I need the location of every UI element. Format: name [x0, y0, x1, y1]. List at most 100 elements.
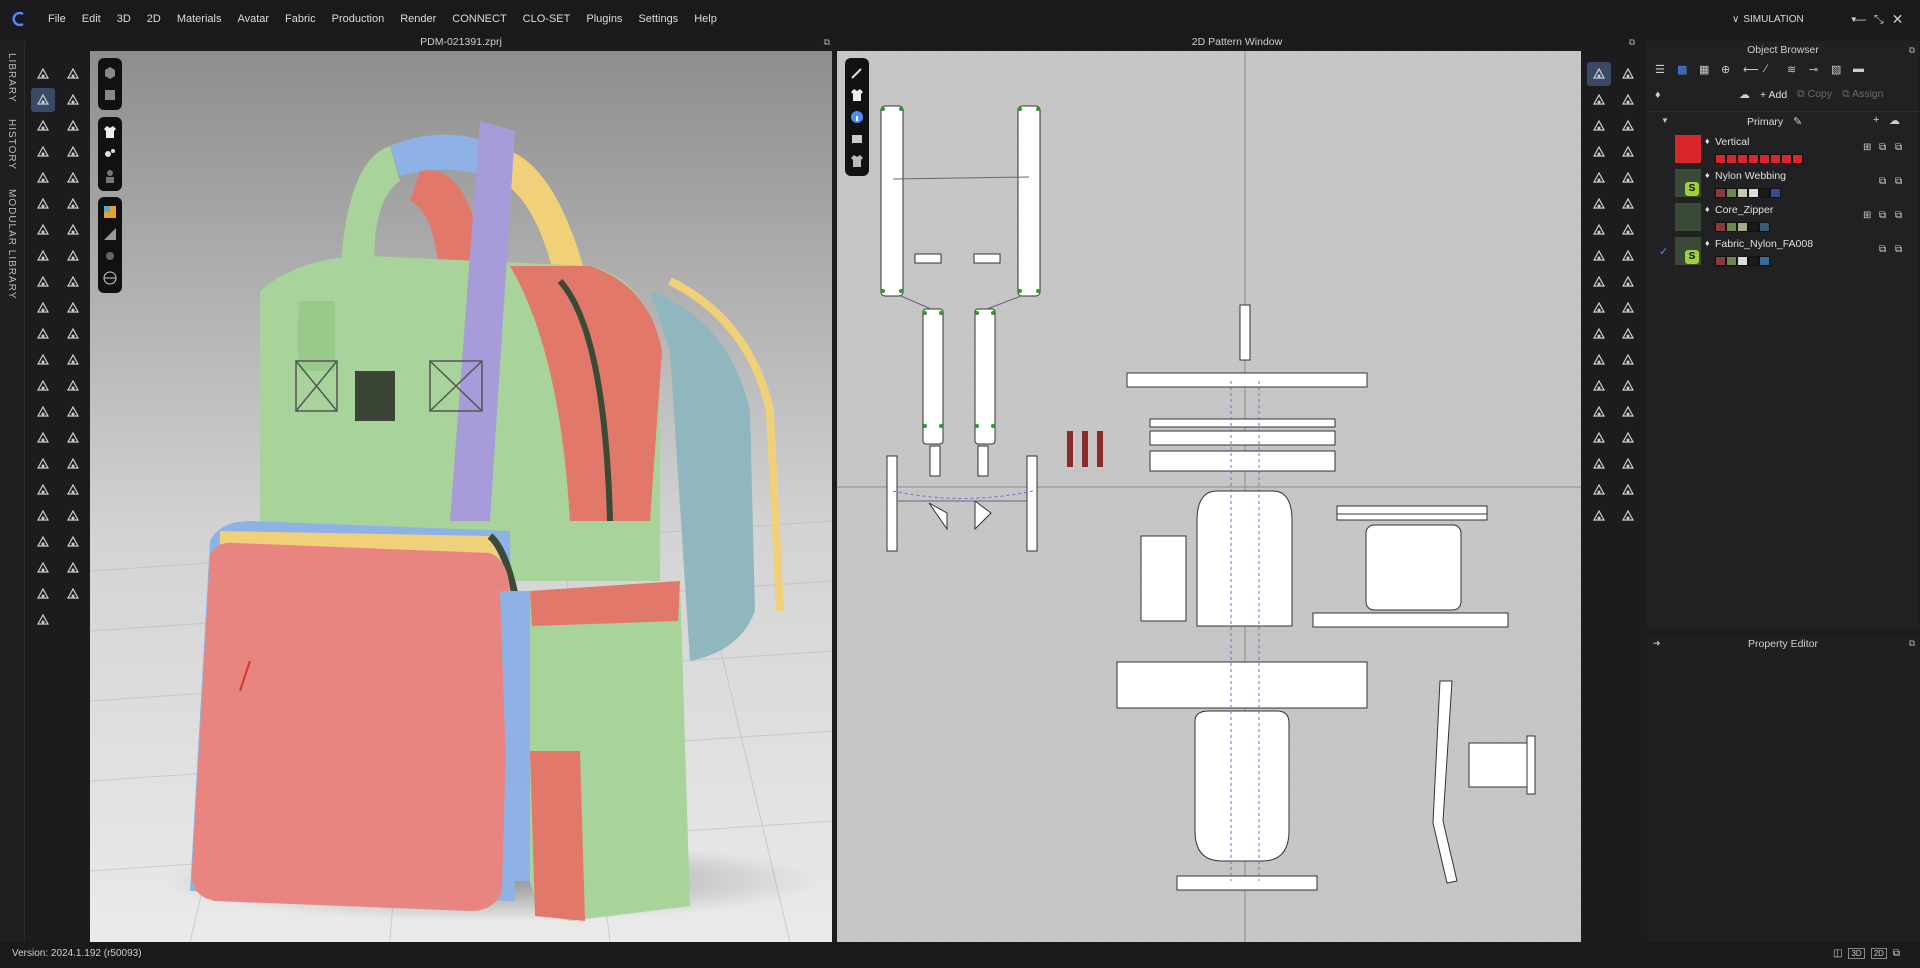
- segment-2d-icon[interactable]: [1587, 140, 1611, 164]
- slider-icon[interactable]: [61, 530, 85, 554]
- bond-icon[interactable]: [61, 374, 85, 398]
- circle-2d-icon[interactable]: [1587, 218, 1611, 242]
- 3d-view-icon[interactable]: 3D: [1848, 948, 1865, 959]
- stitch-3d-icon[interactable]: [61, 244, 85, 268]
- hand-icon[interactable]: [61, 582, 85, 606]
- cut-2d-icon[interactable]: [1616, 166, 1640, 190]
- split-view-icon[interactable]: ◫: [1833, 948, 1842, 959]
- graphic-tab-icon[interactable]: ▧: [1831, 63, 1845, 77]
- stretch-icon[interactable]: [31, 192, 55, 216]
- apply-icon[interactable]: ⧉: [1879, 244, 1886, 255]
- tab-modular-library[interactable]: MODULAR LIBRARY: [6, 189, 17, 299]
- buttonhole-tab-icon[interactable]: ⟵: [1743, 63, 1759, 77]
- 2d-view-icon[interactable]: 2D: [1870, 948, 1887, 959]
- graphic-icon[interactable]: [31, 608, 55, 632]
- puckering-tab-icon[interactable]: ≋: [1787, 63, 1801, 77]
- rotate-icon[interactable]: [61, 166, 85, 190]
- add-point-icon[interactable]: [1616, 140, 1640, 164]
- folder-open-icon[interactable]: ☁: [1889, 114, 1900, 127]
- circle-icon[interactable]: [61, 322, 85, 346]
- dart-icon[interactable]: [1587, 244, 1611, 268]
- tape-icon[interactable]: [31, 478, 55, 502]
- detach-icon[interactable]: ⧉: [1629, 33, 1635, 51]
- pen-icon[interactable]: [847, 63, 867, 83]
- garment-2d-icon[interactable]: [847, 85, 867, 105]
- trace-icon[interactable]: [1587, 322, 1611, 346]
- avatar-pose-icon[interactable]: [100, 144, 120, 164]
- material-row[interactable]: ✓ S ♦ Fabric_Nylon_FA008 ⧉ ⧉: [1647, 235, 1919, 269]
- shading-icon[interactable]: [100, 224, 120, 244]
- fabric-tab-icon[interactable]: ▩: [1677, 63, 1691, 77]
- avatar-measure-icon[interactable]: [31, 556, 55, 580]
- close-icon[interactable]: ✕: [1892, 11, 1904, 28]
- zipper-3d-icon[interactable]: [61, 478, 85, 502]
- fullscreen-icon[interactable]: ⧉: [1893, 948, 1900, 959]
- fabric-fold-icon[interactable]: [61, 426, 85, 450]
- add-group-icon[interactable]: +: [1873, 114, 1879, 126]
- assign-button[interactable]: ⧉ Assign: [1842, 88, 1883, 101]
- polygon-icon[interactable]: [1587, 166, 1611, 190]
- globe-icon[interactable]: [100, 268, 120, 288]
- free-sew-icon[interactable]: [1616, 270, 1640, 294]
- garment-icon[interactable]: [100, 122, 120, 142]
- fold-2d-icon[interactable]: [1587, 270, 1611, 294]
- drape-icon[interactable]: [31, 244, 55, 268]
- garment-alt-icon[interactable]: [847, 151, 867, 171]
- add-to-selection-icon[interactable]: ⊞: [1863, 210, 1871, 221]
- cut-icon[interactable]: [31, 166, 55, 190]
- puckering-icon[interactable]: [31, 426, 55, 450]
- tab-library[interactable]: LIBRARY: [6, 53, 17, 103]
- check-sew-icon[interactable]: [1616, 348, 1640, 372]
- texture-icon[interactable]: [100, 202, 120, 222]
- box-view-icon[interactable]: [100, 63, 120, 83]
- avatar-icon[interactable]: [100, 166, 120, 186]
- avatar-display-icon[interactable]: [100, 246, 120, 266]
- fold-icon[interactable]: [31, 114, 55, 138]
- transform-2d-icon[interactable]: [1587, 88, 1611, 112]
- zipper-2d-icon[interactable]: [1616, 374, 1640, 398]
- tack-icon[interactable]: [31, 140, 55, 164]
- collapse-arrow-icon[interactable]: ▼: [1661, 116, 1669, 125]
- button-tab-icon[interactable]: ⊕: [1721, 63, 1735, 77]
- viewport-3d[interactable]: [90, 51, 832, 942]
- simulate-icon[interactable]: [61, 62, 85, 86]
- stamp-icon[interactable]: [61, 348, 85, 372]
- viewport-2d[interactable]: [837, 51, 1581, 942]
- tape-2d-icon[interactable]: [1587, 504, 1611, 528]
- rectangle-icon[interactable]: [1587, 192, 1611, 216]
- m-n-sew-icon[interactable]: [1616, 322, 1640, 346]
- lasso-icon[interactable]: [1616, 62, 1640, 86]
- grading-icon[interactable]: [1616, 426, 1640, 450]
- trim-tab-icon[interactable]: ▦: [1699, 63, 1713, 77]
- transform-icon[interactable]: [31, 88, 55, 112]
- copy-button[interactable]: ⧉ Copy: [1797, 88, 1832, 101]
- offset-icon[interactable]: [1587, 348, 1611, 372]
- annotation-icon[interactable]: [31, 504, 55, 528]
- strap-icon[interactable]: [31, 374, 55, 398]
- select-move-icon[interactable]: [31, 62, 55, 86]
- measure-2d-icon[interactable]: [1616, 478, 1640, 502]
- zip-icon[interactable]: [31, 400, 55, 424]
- folder-icon[interactable]: ☁: [1739, 88, 1750, 101]
- detach-icon[interactable]: ⧉: [1909, 41, 1915, 59]
- add-button[interactable]: + Add: [1760, 89, 1787, 101]
- detach-icon[interactable]: ⧉: [824, 33, 830, 51]
- apply-icon[interactable]: ⧉: [1879, 176, 1886, 187]
- shirt-2d-icon[interactable]: [1616, 192, 1640, 216]
- pin-icon[interactable]: [31, 218, 55, 242]
- material-row[interactable]: ♦ Core_Zipper ⊞ ⧉ ⧉: [1647, 201, 1919, 235]
- seam-2d-icon[interactable]: [1587, 374, 1611, 398]
- material-row[interactable]: ♦ Vertical ⊞ ⧉ ⧉: [1647, 133, 1919, 167]
- grain-icon[interactable]: [1587, 452, 1611, 476]
- copy-icon[interactable]: ⧉: [1895, 176, 1902, 187]
- edit-pencil-icon[interactable]: ✎: [1793, 115, 1802, 128]
- select-2d-icon[interactable]: [1587, 62, 1611, 86]
- info-icon[interactable]: [847, 107, 867, 127]
- clo-logo-icon[interactable]: [4, 0, 34, 38]
- hardware-icon[interactable]: [61, 504, 85, 528]
- add-to-selection-icon[interactable]: ⊞: [1863, 142, 1871, 153]
- detach-icon[interactable]: ⧉: [1909, 638, 1915, 649]
- notch-icon[interactable]: [1587, 296, 1611, 320]
- button-icon[interactable]: [31, 348, 55, 372]
- snapshot-icon[interactable]: [31, 530, 55, 554]
